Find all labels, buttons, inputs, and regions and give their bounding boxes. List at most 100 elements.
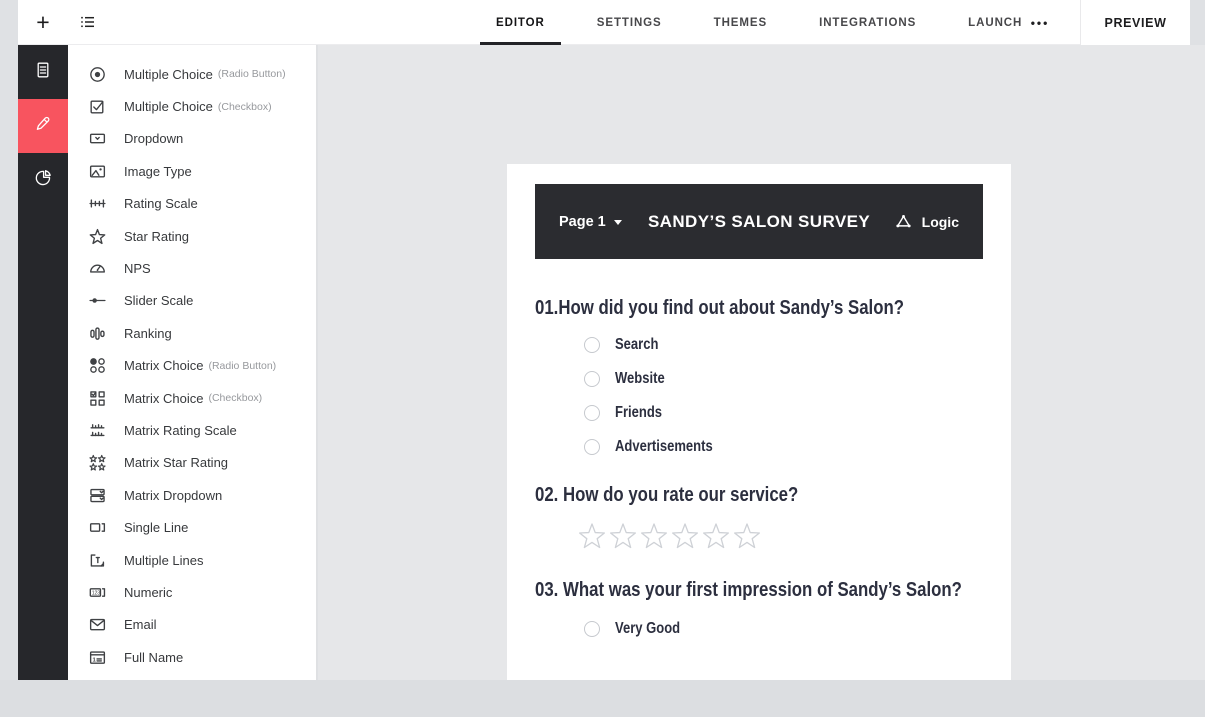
question-type-label: Matrix Choice	[124, 358, 204, 374]
radio-button-icon[interactable]	[584, 405, 600, 421]
question-type-label: Matrix Choice	[124, 390, 204, 406]
question-type-label: Image Type	[124, 163, 192, 179]
plus-icon: +	[36, 8, 50, 35]
option-label: Website	[615, 370, 665, 387]
tab-settings[interactable]: SETTINGS	[571, 0, 688, 45]
option-label: Search	[615, 336, 659, 353]
question-type-label: Multiple Lines	[124, 552, 204, 568]
question-type-multiple-choice-radio-button-[interactable]: Multiple Choice (Radio Button)	[68, 58, 316, 90]
logic-button[interactable]: Logic	[894, 212, 959, 231]
question-type-multiple-choice-checkbox-[interactable]: Multiple Choice (Checkbox)	[68, 90, 316, 122]
question-heading[interactable]: 03. What was your first impression of Sa…	[535, 579, 1011, 602]
option-advertisements[interactable]: Advertisements	[507, 430, 1011, 464]
question-type-matrix-choice-radio-button-[interactable]: Matrix Choice (Radio Button)	[68, 350, 316, 382]
radio-button-icon[interactable]	[584, 371, 600, 387]
more-menu-button[interactable]: •••	[1018, 0, 1062, 45]
logic-icon	[896, 214, 911, 228]
page-selector-label: Page 1	[559, 213, 606, 230]
email-icon	[88, 615, 107, 634]
question-type-single-line[interactable]: Single Line	[68, 511, 316, 543]
question-type-nps[interactable]: NPS	[68, 252, 316, 284]
star-icon[interactable]	[670, 521, 700, 551]
question-type-matrix-rating-scale[interactable]: Matrix Rating Scale	[68, 414, 316, 446]
left-icon-rail	[18, 45, 68, 680]
question-type-label: Multiple Choice	[124, 99, 213, 115]
question-type-multiple-lines[interactable]: Multiple Lines	[68, 544, 316, 576]
logic-label: Logic	[921, 213, 959, 230]
star-icon	[88, 227, 107, 246]
star-icon[interactable]	[639, 521, 669, 551]
question-type-sublabel: (Checkbox)	[208, 392, 263, 405]
rating-scale-icon	[88, 194, 107, 213]
question-type-dropdown[interactable]: Dropdown	[68, 123, 316, 155]
star-rating-row	[577, 521, 1011, 551]
star-icon[interactable]	[732, 521, 762, 551]
question-type-slider-scale[interactable]: Slider Scale	[68, 285, 316, 317]
question-heading-text: 03. What was your first impression of Sa…	[535, 579, 962, 601]
radio-button-icon[interactable]	[584, 621, 600, 637]
matrix-radio-icon	[88, 356, 107, 375]
star-icon[interactable]	[608, 521, 638, 551]
matrix-checkbox-icon	[88, 389, 107, 408]
survey-card: Page 1 SANDY’S SALON SURVEY Logic 01.How…	[507, 164, 1011, 680]
question-type-full-name[interactable]: 1 Full Name	[68, 641, 316, 673]
radio-button-icon[interactable]	[584, 337, 600, 353]
nps-icon	[88, 259, 107, 278]
question-type-ranking[interactable]: Ranking	[68, 317, 316, 349]
option-friends[interactable]: Friends	[507, 396, 1011, 430]
question-type-email[interactable]: Email	[68, 609, 316, 641]
ellipsis-icon: •••	[1030, 15, 1050, 30]
tab-editor[interactable]: EDITOR	[470, 0, 571, 45]
question-type-sublabel: (Checkbox)	[217, 100, 272, 113]
option-search[interactable]: Search	[507, 328, 1011, 362]
question-type-label: Star Rating	[124, 228, 190, 244]
rail-item-pie-chart[interactable]	[18, 153, 68, 207]
tab-integrations[interactable]: INTEGRATIONS	[793, 0, 942, 45]
question-heading[interactable]: 01.How did you find out about Sandy’s Sa…	[535, 297, 1011, 320]
question-list-button[interactable]	[68, 0, 108, 45]
question-type-label: Multiple Choice	[124, 66, 213, 82]
star-icon[interactable]	[701, 521, 731, 551]
page-selector[interactable]: Page 1	[559, 214, 622, 230]
question-type-matrix-star-rating[interactable]: Matrix Star Rating	[68, 447, 316, 479]
question-type-numeric[interactable]: 123 Numeric	[68, 576, 316, 608]
question-type-panel: Multiple Choice (Radio Button) Multiple Ch…	[68, 45, 317, 680]
radio-button-icon[interactable]	[584, 439, 600, 455]
question-type-matrix-dropdown[interactable]: Matrix Dropdown	[68, 479, 316, 511]
question-type-label: Numeric	[124, 584, 173, 600]
option-label: Very Good	[615, 620, 681, 637]
add-page-button[interactable]: +	[18, 0, 68, 45]
radio-icon	[88, 65, 107, 84]
rail-item-document[interactable]	[18, 45, 68, 99]
question-heading-text: 02. How do you rate our service?	[535, 484, 799, 506]
slider-icon	[88, 291, 107, 310]
tab-themes[interactable]: THEMES	[688, 0, 793, 45]
option-very-good[interactable]: Very Good	[507, 612, 1011, 646]
pie-chart-icon	[33, 168, 53, 193]
question-options: Very Good	[507, 612, 1011, 646]
multiple-lines-icon	[88, 551, 107, 570]
question-heading[interactable]: 02. How do you rate our service?	[535, 484, 1011, 507]
full-name-icon: 1	[88, 648, 107, 667]
survey-card-header: Page 1 SANDY’S SALON SURVEY Logic	[535, 184, 983, 259]
preview-button[interactable]: PREVIEW	[1080, 0, 1190, 45]
matrix-rating-icon	[88, 421, 107, 440]
question-type-rating-scale[interactable]: Rating Scale	[68, 188, 316, 220]
svg-text:123: 123	[92, 590, 101, 596]
question-type-label: Rating Scale	[124, 196, 198, 212]
option-label: Advertisements	[615, 438, 713, 455]
option-website[interactable]: Website	[507, 362, 1011, 396]
question-type-star-rating[interactable]: Star Rating	[68, 220, 316, 252]
question-type-matrix-choice-checkbox-[interactable]: Matrix Choice (Checkbox)	[68, 382, 316, 414]
main-tabs: EDITOR SETTINGS THEMES INTEGRATIONS LAUNCH	[470, 0, 1048, 45]
question-type-label: Ranking	[124, 325, 172, 341]
chevron-down-icon	[613, 220, 622, 225]
question-type-label: Slider Scale	[124, 293, 194, 309]
image-icon	[88, 162, 107, 181]
question-type-image-type[interactable]: Image Type	[68, 155, 316, 187]
star-icon[interactable]	[577, 521, 607, 551]
rail-item-pencil[interactable]	[18, 99, 68, 153]
question-type-label: Email	[124, 617, 157, 633]
question-heading-text: 01.How did you find out about Sandy’s Sa…	[535, 297, 904, 319]
question-options: Search Website Friends Advertisements	[507, 328, 1011, 464]
